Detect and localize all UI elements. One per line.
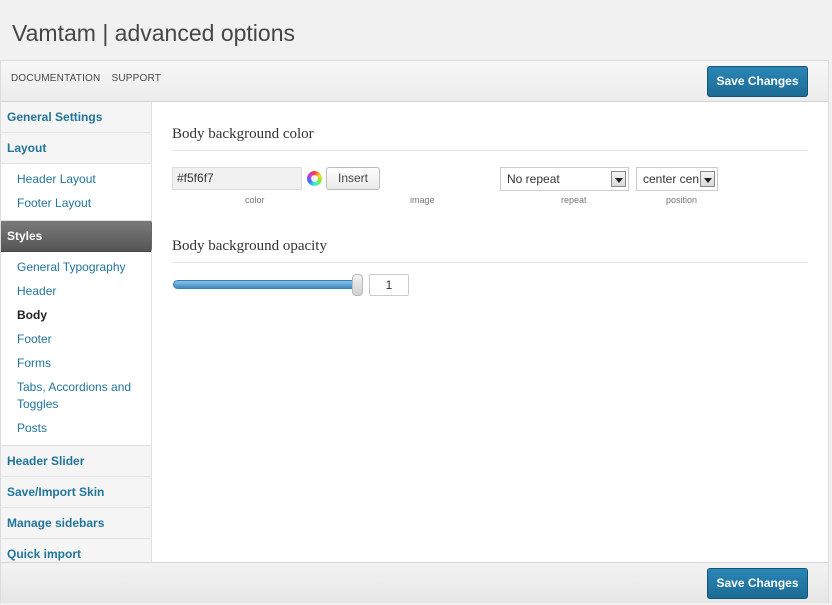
position-select[interactable]: center cen <box>636 167 718 191</box>
sidebar-subitem-header[interactable]: Header <box>1 280 151 304</box>
color-picker-icon[interactable] <box>307 171 322 186</box>
styles-subnav: General Typography Header Body Footer Fo… <box>1 252 151 446</box>
section-divider <box>172 150 808 151</box>
sidebar-item-styles[interactable]: Styles <box>1 221 160 252</box>
sidebar-subitem-forms[interactable]: Forms <box>1 352 151 376</box>
bottom-toolbar: Save Changes <box>1 562 828 603</box>
save-changes-button-bottom[interactable]: Save Changes <box>707 568 808 599</box>
sidebar-subitem-header-layout[interactable]: Header Layout <box>1 168 151 192</box>
help-links: DOCUMENTATION SUPPORT <box>11 73 161 84</box>
color-input[interactable]: #f5f6f7 <box>172 167 302 190</box>
position-select-value: center cen <box>643 172 700 186</box>
sidebar-item-manage-sidebars[interactable]: Manage sidebars <box>1 508 151 539</box>
layout-subnav: Header Layout Footer Layout <box>1 164 151 221</box>
opacity-input[interactable]: 1 <box>369 274 409 296</box>
chevron-down-icon <box>611 171 626 187</box>
insert-image-button[interactable]: Insert <box>326 167 380 190</box>
support-link[interactable]: SUPPORT <box>111 73 161 84</box>
chevron-down-icon <box>700 171 715 187</box>
position-label: position <box>666 195 698 205</box>
sidebar-item-header-slider[interactable]: Header Slider <box>1 446 151 477</box>
sidebar-item-layout[interactable]: Layout <box>1 133 151 164</box>
top-toolbar: DOCUMENTATION SUPPORT Save Changes <box>1 61 828 102</box>
repeat-select-value: No repeat <box>507 172 560 186</box>
repeat-select[interactable]: No repeat <box>500 167 629 191</box>
documentation-link[interactable]: DOCUMENTATION <box>11 73 100 84</box>
section-divider <box>172 262 808 263</box>
sidebar-subitem-tabs-accordions-toggles[interactable]: Tabs, Accordions and Toggles <box>1 376 151 417</box>
repeat-label: repeat <box>561 195 587 205</box>
opacity-slider-handle[interactable] <box>352 274 363 296</box>
options-panel: DOCUMENTATION SUPPORT Save Changes Gener… <box>0 60 829 603</box>
sidebar-subitem-footer[interactable]: Footer <box>1 328 151 352</box>
page-title: Vamtam | advanced options <box>12 20 295 46</box>
sidebar-item-save-import-skin[interactable]: Save/Import Skin <box>1 477 151 508</box>
sidebar-subitem-footer-layout[interactable]: Footer Layout <box>1 192 151 216</box>
options-content: Body background color #f5f6f7 Insert col… <box>152 102 828 562</box>
color-label: color <box>245 195 265 205</box>
save-changes-button-top[interactable]: Save Changes <box>707 66 808 97</box>
image-label: image <box>410 195 435 205</box>
bg-color-section-title: Body background color <box>172 126 314 142</box>
sidebar-item-general-settings[interactable]: General Settings <box>1 102 151 133</box>
sidebar-subitem-general-typography[interactable]: General Typography <box>1 256 151 280</box>
bg-opacity-section-title: Body background opacity <box>172 238 327 254</box>
sidebar-subitem-posts[interactable]: Posts <box>1 417 151 441</box>
opacity-slider-track[interactable] <box>173 280 359 289</box>
sidebar-nav: General Settings Layout Header Layout Fo… <box>1 102 160 570</box>
sidebar-subitem-body[interactable]: Body <box>1 304 151 328</box>
